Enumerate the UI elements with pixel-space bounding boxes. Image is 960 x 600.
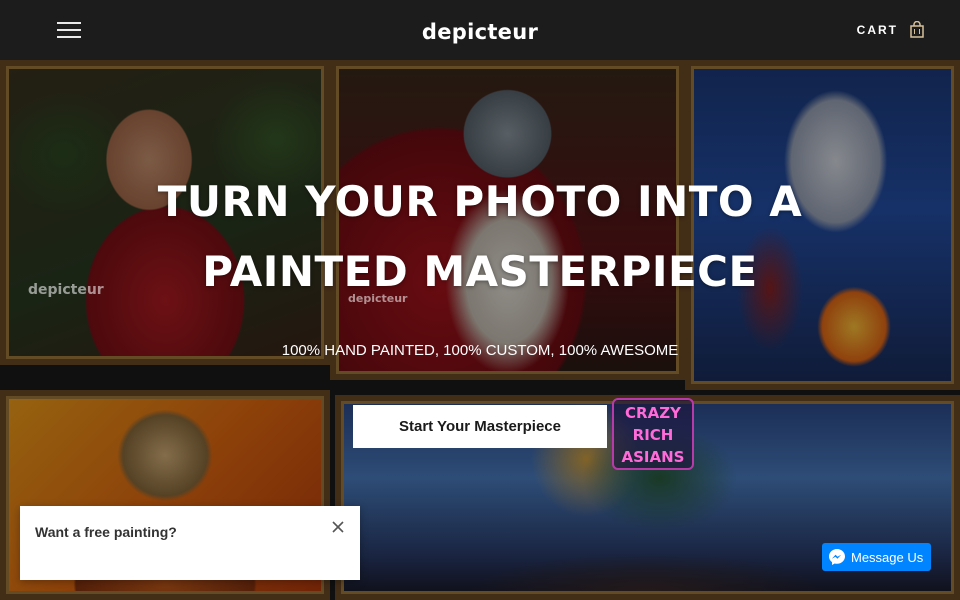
- hero-title-line: PAINTED MASTERPIECE: [202, 247, 758, 296]
- start-masterpiece-button[interactable]: Start Your Masterpiece: [353, 405, 607, 448]
- popup-text[interactable]: Want a free painting?: [35, 524, 177, 540]
- close-icon[interactable]: [330, 519, 346, 535]
- hero-title-line: TURN YOUR PHOTO INTO A: [157, 177, 803, 226]
- cart-link[interactable]: CART: [857, 21, 924, 38]
- messenger-label: Message Us: [851, 549, 924, 565]
- site-logo[interactable]: depicteur: [0, 20, 960, 44]
- hero-subtitle: 100% HAND PAINTED, 100% CUSTOM, 100% AWE…: [281, 342, 679, 359]
- sign-line: ASIANS: [621, 448, 685, 466]
- shopping-bag-icon: [910, 21, 924, 38]
- sign-line: CRAZY: [625, 404, 681, 422]
- free-painting-popup: Want a free painting?: [20, 506, 360, 580]
- messenger-icon: [829, 549, 845, 565]
- site-header: depicteur CART: [0, 0, 960, 60]
- sign-line: RICH: [632, 426, 674, 444]
- hero-title: TURN YOUR PHOTO INTO A PAINTED MASTERPIE…: [0, 167, 960, 307]
- messenger-button[interactable]: Message Us: [822, 543, 931, 571]
- movie-sign: CRAZY RICH ASIANS: [612, 398, 694, 470]
- cart-label: CART: [856, 22, 898, 37]
